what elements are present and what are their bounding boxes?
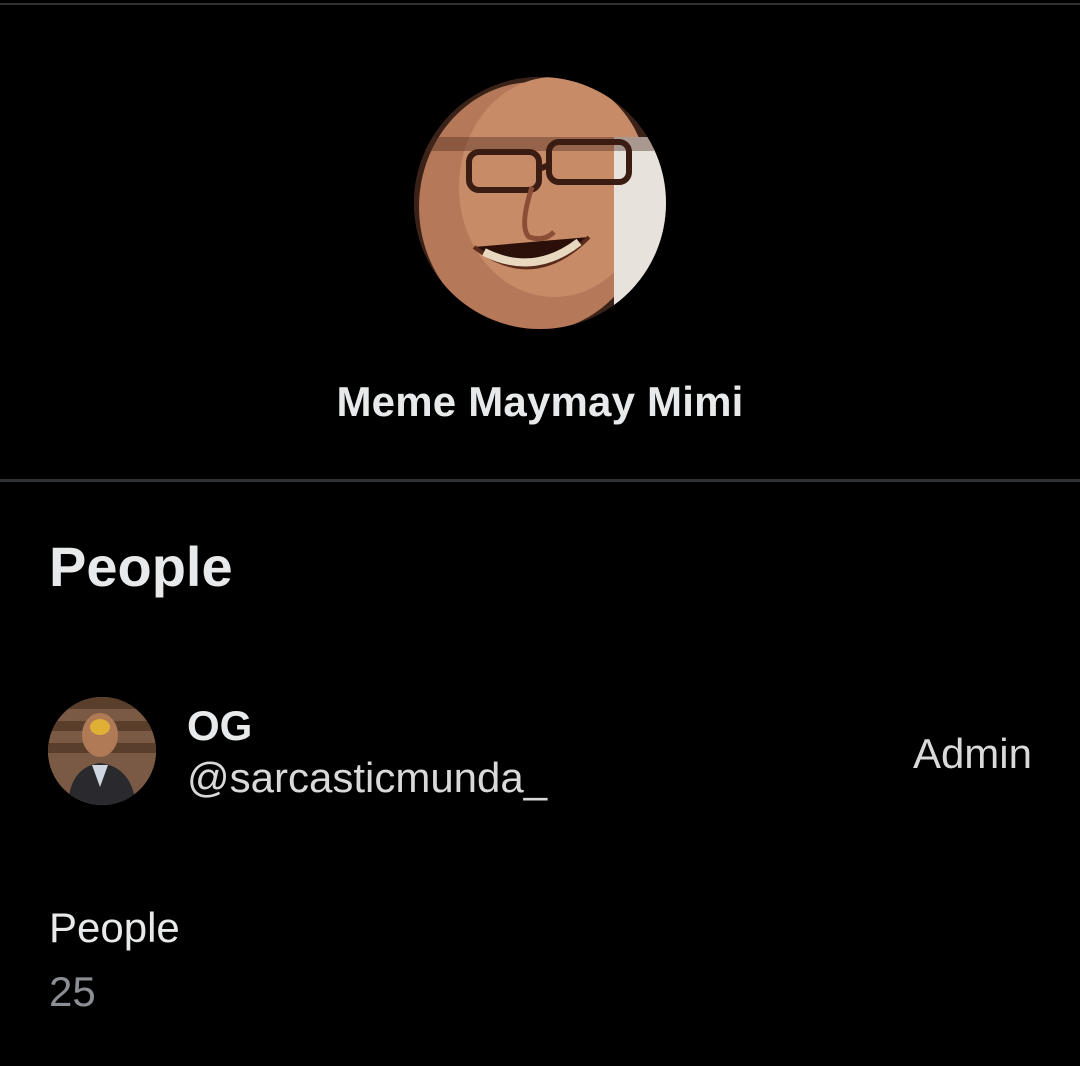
member-handle: @sarcasticmunda_ bbox=[187, 754, 548, 801]
member-count-value: 25 bbox=[49, 968, 96, 1015]
group-info-page: Meme Maymay Mimi People OG @sarcasticmun… bbox=[0, 0, 1080, 1066]
people-heading: People bbox=[49, 535, 233, 598]
user-avatar-image bbox=[48, 697, 156, 805]
group-avatar[interactable] bbox=[414, 77, 666, 329]
member-count-label: People bbox=[49, 904, 180, 951]
top-divider bbox=[0, 3, 1080, 5]
group-name: Meme Maymay Mimi bbox=[336, 378, 744, 425]
member-avatar[interactable] bbox=[48, 697, 156, 805]
group-avatar-image bbox=[414, 77, 666, 329]
member-row[interactable]: OG @sarcasticmunda_ Admin bbox=[0, 690, 1080, 814]
section-divider bbox=[0, 479, 1080, 482]
member-name: OG bbox=[187, 702, 253, 749]
member-role-badge: Admin bbox=[912, 730, 1032, 777]
